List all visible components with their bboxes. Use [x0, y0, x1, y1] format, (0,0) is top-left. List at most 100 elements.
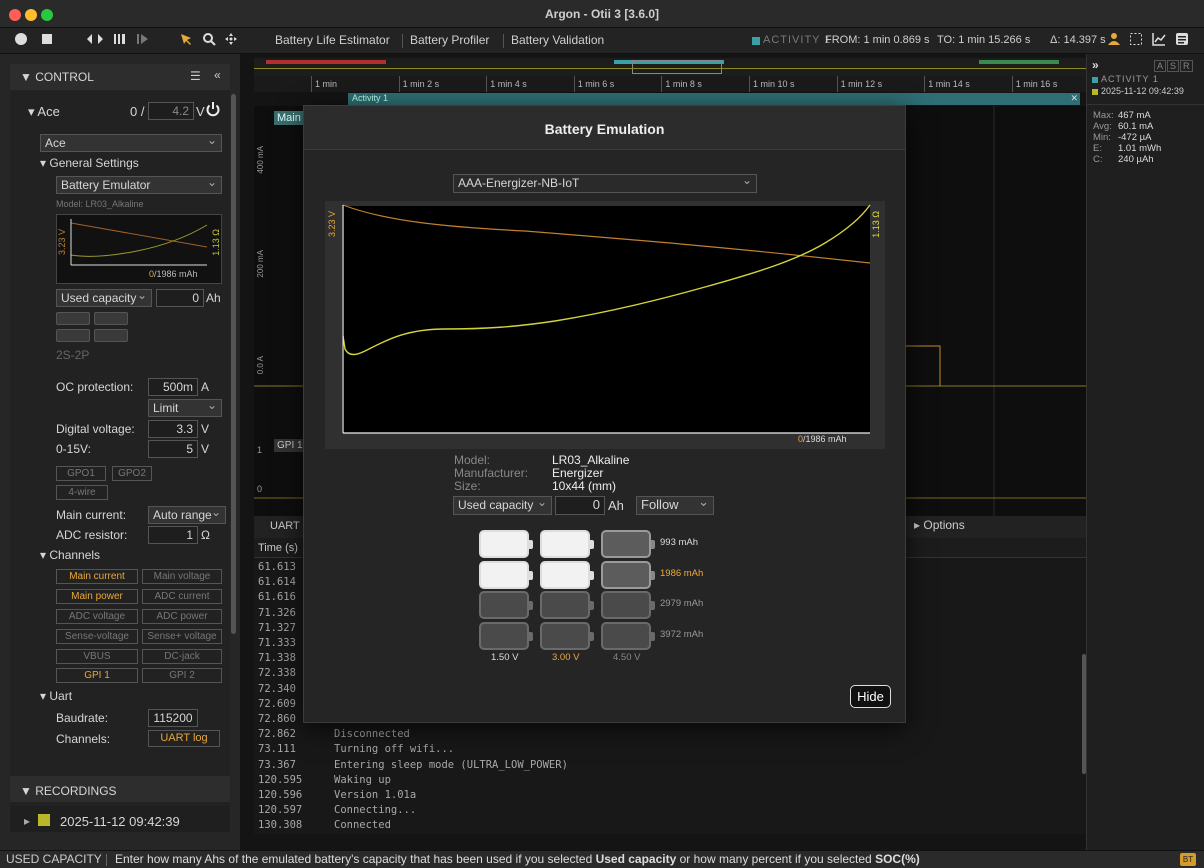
stat-value: 240 µAh [1118, 154, 1154, 165]
hide-button[interactable]: Hide [850, 685, 891, 708]
channels-toggle[interactable]: ▾ Channels [40, 548, 100, 562]
used-capacity-mode-select[interactable]: Used capacity [453, 494, 552, 515]
mini-resistance-label: 1.13 Ω [211, 229, 221, 256]
battery-profiler-link[interactable]: Battery Profiler [410, 33, 489, 47]
battery-validation-link[interactable]: Battery Validation [511, 33, 604, 47]
log-row[interactable]: 130.308 Connected [258, 818, 1078, 833]
flag-r[interactable]: R [1180, 60, 1193, 72]
selection-icon[interactable] [1128, 32, 1144, 50]
battery-cell-button[interactable] [601, 621, 655, 650]
uart-toggle[interactable]: ▾ Uart [40, 689, 72, 703]
channel-main-current[interactable]: Main current [56, 569, 138, 584]
log-row[interactable]: 73.111 Turning off wifi... [258, 742, 1078, 757]
battery-cell-button[interactable] [479, 591, 533, 619]
digital-voltage-input[interactable]: 3.3 [148, 420, 198, 438]
channel-adc-voltage[interactable]: ADC voltage [56, 609, 138, 624]
overview-bar[interactable] [254, 58, 1086, 76]
battery-cell-button[interactable] [479, 621, 533, 650]
battery-profile-select[interactable]: AAA-Energizer-NB-IoT [453, 172, 757, 193]
device-name[interactable]: ▾ Ace [28, 104, 60, 120]
channel-main-voltage[interactable]: Main voltage [142, 569, 222, 584]
battery-cell-button[interactable] [540, 621, 594, 650]
battery-cell-button[interactable] [601, 591, 655, 619]
main-current-select[interactable]: Auto range [148, 504, 226, 524]
activity-bar[interactable]: Activity 1 ✕ [348, 93, 1080, 105]
time-axis[interactable]: 1 min 1 min 2 s 1 min 4 s 1 min 6 s 1 min 8 … [254, 76, 1086, 92]
pan-icon[interactable] [222, 32, 240, 50]
cursor-icon[interactable] [177, 32, 195, 50]
v15-input[interactable]: 5 [148, 440, 198, 458]
log-icon[interactable] [1174, 32, 1190, 50]
gpo1-button[interactable]: GPO1 [56, 466, 106, 481]
stop-icon[interactable] [38, 32, 56, 50]
main-tab[interactable]: Main [274, 111, 304, 125]
battery-curve-chart[interactable]: 3.23 V 1.13 Ω 0/1986 mAh [325, 201, 885, 449]
battery-cell-button[interactable] [540, 530, 594, 558]
log-row[interactable]: 120.595 Waking up [258, 773, 1078, 788]
recordings-header-title[interactable]: ▼ RECORDINGS [20, 784, 117, 798]
gpi-tab[interactable]: GPI 1 [274, 439, 306, 452]
oc-mode-select[interactable]: Limit [148, 397, 222, 417]
flag-s[interactable]: S [1167, 60, 1180, 72]
battery-cell-button[interactable] [479, 530, 533, 558]
log-row[interactable]: 72.862 Disconnected [258, 727, 1078, 742]
channel-gpi2[interactable]: GPI 2 [142, 668, 222, 683]
log-time: 71.338 [258, 652, 296, 665]
power-icon[interactable] [205, 101, 221, 117]
device-select[interactable]: Ace [40, 132, 222, 152]
user-icon[interactable] [1106, 32, 1122, 50]
mini-battery-chart[interactable]: 3.23 V 1.13 Ω 0/1986 mAh [56, 214, 222, 284]
battery-cell-icon [94, 329, 128, 342]
bars-icon[interactable] [110, 32, 130, 50]
gpo2-button[interactable]: GPO2 [112, 466, 152, 481]
expand-stats-icon[interactable]: » [1092, 58, 1099, 72]
channel-vbus[interactable]: VBUS [56, 649, 138, 664]
recording-color-swatch [38, 814, 50, 826]
channel-sense-minus[interactable]: Sense-voltage [56, 629, 138, 644]
log-row[interactable]: 120.596 Version 1.01a [258, 788, 1078, 803]
channel-adc-power[interactable]: ADC power [142, 609, 222, 624]
zoom-icon[interactable] [200, 32, 218, 50]
close-activity-icon[interactable]: ✕ [1070, 93, 1078, 104]
used-capacity-select[interactable]: Used capacity [56, 287, 152, 307]
battery-cell-button[interactable] [479, 560, 533, 589]
time-tick: 1 min 14 s [924, 76, 970, 92]
uart-log-channel[interactable]: UART log [148, 730, 220, 747]
channel-adc-current[interactable]: ADC current [142, 589, 222, 604]
flag-a[interactable]: A [1154, 60, 1167, 72]
fit-horizontal-icon[interactable] [84, 32, 106, 50]
adc-resistor-input[interactable]: 1 [148, 526, 198, 544]
chart-icon[interactable] [1151, 32, 1167, 50]
options-toggle[interactable]: ▸ Options [914, 518, 965, 532]
voltage-input[interactable]: 4.2 [148, 102, 194, 120]
mode-select[interactable]: Battery Emulator [56, 174, 222, 194]
model-value: LR03_Alkaline [552, 453, 630, 467]
battery-life-estimator-link[interactable]: Battery Life Estimator [275, 33, 390, 47]
four-wire-button[interactable]: 4-wire [56, 485, 108, 500]
log-row[interactable]: 120.597 Connecting... [258, 803, 1078, 818]
channel-sense-plus[interactable]: Sense+ voltage [142, 629, 222, 644]
channel-dc-jack[interactable]: DC-jack [142, 649, 222, 664]
settings-sliders-icon[interactable]: ☰ [190, 69, 201, 83]
collapse-panel-icon[interactable]: « [214, 68, 221, 82]
battery-cell-button[interactable] [601, 530, 655, 558]
channel-main-power[interactable]: Main power [56, 589, 138, 604]
used-capacity-value-input[interactable]: 0 [555, 496, 605, 515]
record-icon[interactable] [12, 32, 30, 50]
follow-select[interactable]: Follow [636, 494, 714, 515]
battery-cell-button[interactable] [540, 591, 594, 619]
log-row[interactable]: 73.367 Entering sleep mode (ULTRA_LOW_POW… [258, 758, 1078, 773]
scrollbar[interactable] [231, 94, 236, 634]
general-settings-toggle[interactable]: ▾ General Settings [40, 156, 139, 170]
channel-gpi1[interactable]: GPI 1 [56, 668, 138, 683]
control-header-title[interactable]: ▼ CONTROL [20, 70, 94, 84]
baudrate-input[interactable]: 115200 [148, 709, 198, 727]
used-capacity-input[interactable]: 0 [156, 289, 204, 307]
uart-tab[interactable]: UART [270, 520, 300, 532]
battery-cell-button[interactable] [601, 560, 655, 589]
step-forward-icon[interactable] [133, 32, 153, 50]
battery-cell-button[interactable] [540, 560, 594, 589]
battery-configuration-grid[interactable]: 993 mAh 1986 mAh 2979 mAh 3972 mAh 1.50 V 3.0… [479, 530, 739, 665]
recording-expand-icon[interactable]: ▸ [24, 814, 30, 828]
oc-protection-input[interactable]: 500m [148, 378, 198, 396]
